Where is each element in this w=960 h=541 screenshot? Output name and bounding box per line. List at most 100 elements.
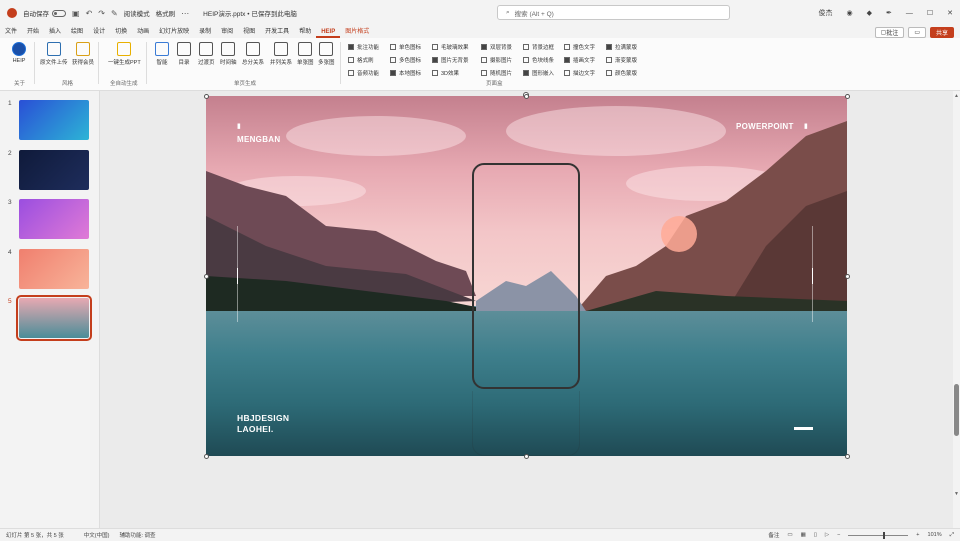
ribbon-checkbox[interactable]: 撞色文字 <box>564 43 595 51</box>
ribbon-checkbox[interactable]: 单色图标 <box>390 43 421 51</box>
user-name[interactable]: 俊杰 <box>818 8 832 18</box>
share-button[interactable]: 共享 <box>929 26 954 38</box>
brush-icon[interactable]: ✎ <box>111 9 118 18</box>
scroll-thumb[interactable] <box>954 384 959 436</box>
ribbon-button-3[interactable]: 一键生成PPT <box>108 42 141 66</box>
slide-top-right-text[interactable]: POWERPOINT <box>736 122 794 131</box>
menu-tab-7[interactable]: 幻灯片放映 <box>154 26 194 38</box>
resize-handle-l[interactable] <box>204 274 209 279</box>
maximize-icon[interactable]: ☐ <box>927 9 933 17</box>
ribbon-button-8[interactable]: 总分关系 <box>242 42 264 66</box>
ribbon-checkbox[interactable]: 批注功能 <box>348 43 379 51</box>
ribbon-checkbox[interactable]: 格式刷 <box>348 56 374 64</box>
menu-tab-3[interactable]: 绘图 <box>66 26 88 38</box>
menu-tab-10[interactable]: 视图 <box>238 26 260 38</box>
ribbon-checkbox[interactable]: 双层背景 <box>481 43 512 51</box>
present-button[interactable]: ▭ <box>908 26 926 38</box>
ribbon-checkbox[interactable]: 渐变蒙版 <box>606 56 637 64</box>
ribbon-button-9[interactable]: 并列关系 <box>270 42 292 66</box>
autosave-toggle[interactable] <box>52 9 66 17</box>
menu-tab-14[interactable]: 图片格式 <box>340 26 374 38</box>
ribbon-checkbox[interactable]: 本地图标 <box>390 69 421 77</box>
ribbon-checkbox[interactable]: 背景边框 <box>523 43 554 51</box>
notes-button[interactable]: 备注 <box>768 531 779 539</box>
ribbon-checkbox[interactable]: 插画文字 <box>564 56 595 64</box>
ribbon-button-0[interactable]: HEIP <box>12 42 26 64</box>
menu-tab-2[interactable]: 插入 <box>44 26 66 38</box>
slide-bottom-line2[interactable]: LAOHEI. <box>237 424 274 434</box>
undo-icon[interactable]: ↶ <box>86 9 93 18</box>
ribbon-button-11[interactable]: 多张图 <box>318 42 335 66</box>
slideshow-icon[interactable]: ▷ <box>825 532 829 538</box>
pen-icon[interactable]: ✒ <box>886 9 892 17</box>
ribbon-checkbox[interactable]: 3D效果 <box>432 69 459 77</box>
save-icon[interactable]: ▣ <box>72 9 80 18</box>
fit-slide-icon[interactable]: ⤢ <box>950 532 954 539</box>
slide-thumbnail-2[interactable] <box>19 149 89 190</box>
zoom-slider[interactable] <box>848 531 909 539</box>
ribbon-checkbox[interactable]: 颜色蒙版 <box>606 69 637 77</box>
ribbon-checkbox[interactable]: 摄影图片 <box>481 56 512 64</box>
menu-tab-6[interactable]: 动画 <box>132 26 154 38</box>
resize-handle-r[interactable] <box>845 274 850 279</box>
phone-frame-shape[interactable] <box>472 163 580 389</box>
resize-handle-t[interactable] <box>524 94 529 99</box>
ribbon-checkbox[interactable]: 毛玻璃效果 <box>432 43 469 51</box>
search-box[interactable]: ⌕ 搜索 (Alt + Q) <box>497 5 730 20</box>
vertical-scrollbar[interactable]: ▲ ▼ <box>953 91 960 528</box>
zoom-in-icon[interactable]: + <box>916 532 919 538</box>
menu-tab-1[interactable]: 开始 <box>22 26 44 38</box>
menu-tab-13[interactable]: HEIP <box>316 26 341 38</box>
menu-tab-12[interactable]: 帮助 <box>294 26 316 38</box>
slide[interactable]: ▮ MENGBAN POWERPOINT ▮ HBJDESIGN LAOHEI. <box>206 96 847 456</box>
diamond-icon[interactable]: ◆ <box>867 9 872 17</box>
scroll-down-icon[interactable]: ▼ <box>954 491 959 497</box>
format-brush-label[interactable]: 格式刷 <box>156 8 176 18</box>
ribbon-checkbox[interactable]: 拉满蒙版 <box>606 43 637 51</box>
minimize-icon[interactable]: — <box>906 10 913 17</box>
menu-tab-9[interactable]: 审阅 <box>216 26 238 38</box>
avatar-icon[interactable]: ◉ <box>846 9 852 17</box>
comment-button[interactable]: ▢ 批注 <box>874 26 905 38</box>
scroll-up-icon[interactable]: ▲ <box>954 93 959 99</box>
normal-view-icon[interactable]: ▭ <box>787 532 792 538</box>
menu-tab-0[interactable]: 文件 <box>0 26 22 38</box>
menu-tab-11[interactable]: 开发工具 <box>260 26 294 38</box>
slide-thumbnail-5[interactable] <box>16 295 92 341</box>
resize-handle-bl[interactable] <box>204 454 209 459</box>
sorter-view-icon[interactable]: ▦ <box>801 532 806 538</box>
ribbon-checkbox[interactable]: 色块线条 <box>523 56 554 64</box>
ribbon-checkbox[interactable]: 图形嵌入 <box>523 69 554 77</box>
ribbon-button-7[interactable]: 时间轴 <box>220 42 237 66</box>
ribbon-button-4[interactable]: 智能 <box>155 42 169 66</box>
ribbon-button-2[interactable]: 获得会员 <box>72 42 94 66</box>
accessibility-status[interactable]: 辅助功能: 调查 <box>119 531 155 539</box>
zoom-out-icon[interactable]: − <box>837 532 840 538</box>
slide-top-left-text[interactable]: MENGBAN <box>237 135 280 144</box>
zoom-level[interactable]: 101% <box>928 532 942 538</box>
reading-mode-label[interactable]: 阅读模式 <box>124 8 150 18</box>
ribbon-button-1[interactable]: 原文件上传 <box>40 42 68 66</box>
resize-handle-b[interactable] <box>524 454 529 459</box>
slide-thumbnail-1[interactable] <box>19 100 89 140</box>
slide-thumbnail-4[interactable] <box>19 248 89 289</box>
quick-access-icon[interactable]: ⋯ <box>181 9 189 18</box>
menu-tab-5[interactable]: 切换 <box>110 26 132 38</box>
ribbon-checkbox[interactable]: 音频功能 <box>348 69 379 77</box>
resize-handle-tl[interactable] <box>204 94 209 99</box>
redo-icon[interactable]: ↷ <box>98 9 105 18</box>
ribbon-checkbox[interactable]: 随机图片 <box>481 69 512 77</box>
slide-thumbnail-3[interactable] <box>19 199 89 239</box>
language-status[interactable]: 中文(中国) <box>84 531 110 539</box>
ribbon-button-5[interactable]: 目录 <box>177 42 191 66</box>
ribbon-checkbox[interactable]: 图片无背景 <box>432 56 469 64</box>
ribbon-checkbox[interactable]: 多色图标 <box>390 56 421 64</box>
menu-tab-8[interactable]: 录制 <box>194 26 216 38</box>
slide-bottom-line1[interactable]: HBJDESIGN <box>237 413 289 423</box>
close-icon[interactable]: ✕ <box>947 9 953 17</box>
file-title[interactable]: HEIP演示.pptx • 已保存到此电脑 <box>203 8 297 18</box>
ribbon-checkbox[interactable]: 描边文字 <box>564 69 595 77</box>
ribbon-button-10[interactable]: 单张图 <box>297 42 314 66</box>
menu-tab-4[interactable]: 设计 <box>88 26 110 38</box>
resize-handle-br[interactable] <box>845 454 850 459</box>
